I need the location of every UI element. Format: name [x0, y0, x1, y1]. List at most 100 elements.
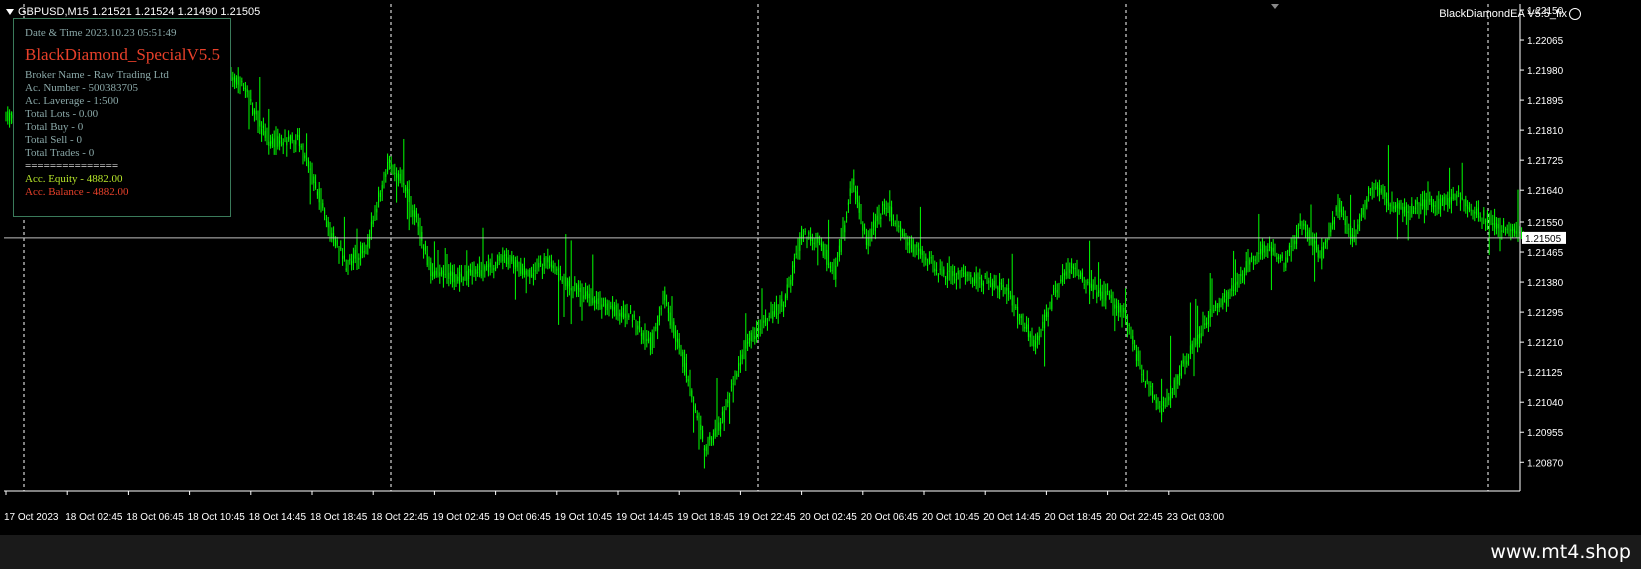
candle-body: [568, 278, 570, 287]
candle-body: [561, 279, 563, 282]
candle-body: [1477, 207, 1479, 218]
candle-body: [831, 270, 833, 272]
smiley-face-icon[interactable]: [1569, 8, 1581, 21]
candle-body: [642, 332, 644, 340]
candle-body: [867, 237, 869, 246]
candle-body: [844, 225, 846, 233]
candle-body: [401, 175, 403, 180]
candle-body: [981, 278, 983, 285]
candle-body: [988, 280, 990, 284]
price-chart[interactable]: 1.221501.220651.219801.218951.218101.217…: [0, 0, 1641, 535]
candle-body: [592, 297, 594, 304]
candle-body: [599, 298, 601, 306]
candle-body: [1364, 203, 1366, 214]
candle-series: [5, 42, 1524, 469]
candle-body: [275, 135, 277, 146]
candle-body: [993, 280, 995, 287]
candle-body: [522, 268, 524, 275]
candle-body: [1402, 206, 1404, 214]
candle-body: [1342, 213, 1344, 216]
candle-body: [615, 305, 617, 316]
candle-body: [1015, 306, 1017, 308]
candle-body: [698, 420, 700, 431]
candle-body: [673, 321, 675, 337]
candle-body: [815, 239, 817, 243]
candle-body: [824, 250, 826, 252]
candle-body: [1434, 205, 1436, 207]
candle-body: [795, 253, 797, 256]
candle-body: [788, 280, 790, 286]
candle-body: [1247, 259, 1249, 265]
candle-body: [313, 176, 315, 184]
candle-body: [239, 84, 241, 87]
candle-body: [1468, 207, 1470, 211]
account-equity: Acc. Equity - 4882.00: [25, 173, 123, 185]
candle-body: [1274, 251, 1276, 254]
candle-body: [1504, 228, 1506, 230]
candle-body: [1315, 240, 1317, 251]
candle-body: [1029, 333, 1031, 338]
candle-body: [513, 261, 515, 267]
price-tick-label: 1.21725: [1527, 156, 1564, 167]
candle-body: [295, 140, 297, 145]
candle-body: [1332, 220, 1334, 226]
candle-body: [745, 340, 747, 349]
candle-body: [1033, 339, 1035, 347]
candle-body: [1395, 204, 1397, 211]
candle-body: [585, 291, 587, 297]
candle-body: [871, 228, 873, 238]
candle-body: [597, 298, 599, 304]
candle-body: [1260, 248, 1262, 254]
candle-body: [1197, 334, 1199, 345]
candle-body: [342, 255, 344, 259]
candle-body: [1348, 228, 1350, 230]
candle-body: [1431, 198, 1433, 207]
candle-body: [271, 136, 273, 144]
candle-body: [1238, 280, 1240, 283]
candle-body: [1179, 373, 1181, 377]
price-tick-label: 1.20870: [1527, 458, 1564, 469]
candle-body: [1054, 288, 1056, 290]
candle-body: [1040, 333, 1042, 335]
candle-body: [855, 190, 857, 200]
candle-body: [352, 254, 354, 263]
candle-body: [1450, 197, 1452, 205]
candle-body: [565, 277, 567, 287]
broker-name: Broker Name - Raw Trading Ltd: [25, 69, 169, 81]
time-tick-label: 17 Oct 2023: [4, 512, 59, 523]
candle-body: [1279, 257, 1281, 259]
candle-body: [1470, 209, 1472, 211]
candle-body: [475, 269, 477, 275]
candle-body: [581, 286, 583, 293]
candle-body: [842, 224, 844, 235]
candle-body: [1103, 289, 1105, 299]
candle-body: [1240, 273, 1242, 277]
candle-body: [1008, 287, 1010, 295]
candle-body: [748, 338, 750, 344]
candle-body: [280, 137, 282, 139]
candle-body: [1153, 396, 1155, 398]
candle-body: [1285, 257, 1287, 268]
candle-body: [781, 299, 783, 307]
candle-body: [648, 338, 650, 342]
candle-body: [939, 268, 941, 270]
candle-body: [1278, 256, 1280, 260]
expert-advisor-label[interactable]: BlackDiamondEA V5.5_fix: [1439, 8, 1581, 21]
time-tick-label: 20 Oct 06:45: [861, 512, 919, 523]
candle-body: [1209, 309, 1211, 318]
symbol-header[interactable]: GBPUSD,M15 1.21521 1.21524 1.21490 1.215…: [6, 6, 260, 18]
candle-body: [720, 421, 722, 430]
candle-body: [1180, 363, 1182, 376]
candle-body: [1049, 303, 1051, 305]
candle-body: [1119, 305, 1121, 313]
candle-body: [604, 299, 606, 309]
candle-body: [559, 274, 561, 276]
candle-body: [1296, 229, 1298, 244]
candle-body: [1459, 200, 1461, 204]
candle-body: [705, 446, 707, 451]
candle-body: [1044, 314, 1046, 329]
dropdown-triangle-icon[interactable]: [6, 9, 14, 16]
candle-body: [1510, 229, 1512, 232]
candle-body: [502, 255, 504, 262]
candle-body: [703, 448, 705, 451]
